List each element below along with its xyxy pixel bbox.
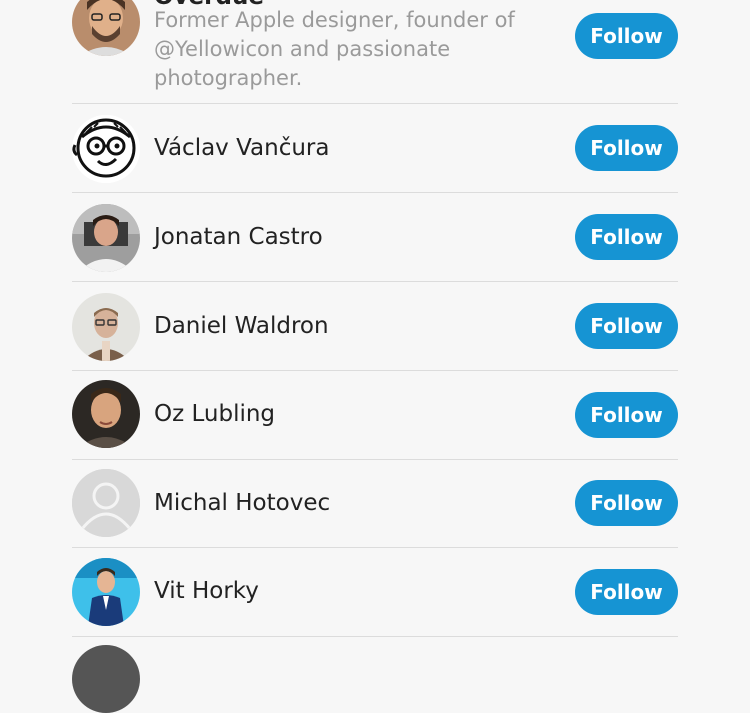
follow-button[interactable]: Follow xyxy=(575,569,678,615)
user-avatar[interactable] xyxy=(72,645,140,713)
user-avatar[interactable] xyxy=(72,558,140,626)
user-row[interactable]: Michal Hotovec Follow xyxy=(72,460,678,548)
user-name[interactable]: Jonatan Castro xyxy=(154,224,323,250)
user-avatar[interactable] xyxy=(72,115,140,183)
user-row[interactable]: Jonatan Castro Follow xyxy=(72,193,678,282)
user-row[interactable]: Vit Horky Follow xyxy=(72,548,678,637)
user-bio: Former Apple designer, founder of @Yello… xyxy=(154,8,515,90)
user-name[interactable]: Oz Lubling xyxy=(154,401,275,427)
user-name[interactable]: Daniel Waldron xyxy=(154,313,329,339)
user-name[interactable]: Vit Horky xyxy=(154,578,259,604)
follow-button[interactable]: Follow xyxy=(575,13,678,59)
user-row[interactable]: Daniel Waldron Follow xyxy=(72,282,678,371)
follow-button[interactable]: Follow xyxy=(575,125,678,171)
user-row[interactable]: Overdue Former Apple designer, founder o… xyxy=(72,0,678,104)
user-row[interactable]: Oz Lubling Follow xyxy=(72,371,678,460)
follow-suggestions-list: Overdue Former Apple designer, founder o… xyxy=(0,0,750,713)
user-avatar[interactable] xyxy=(72,0,140,56)
user-avatar[interactable] xyxy=(72,293,140,361)
default-avatar-icon[interactable] xyxy=(72,469,140,537)
user-row[interactable]: Václav Vančura Follow xyxy=(72,104,678,193)
user-avatar[interactable] xyxy=(72,380,140,448)
follow-button[interactable]: Follow xyxy=(575,480,678,526)
follow-button[interactable]: Follow xyxy=(575,303,678,349)
user-avatar[interactable] xyxy=(72,204,140,272)
user-name[interactable]: Michal Hotovec xyxy=(154,490,330,516)
user-name[interactable]: Václav Vančura xyxy=(154,135,330,161)
follow-button[interactable]: Follow xyxy=(575,214,678,260)
follow-button[interactable]: Follow xyxy=(575,392,678,438)
